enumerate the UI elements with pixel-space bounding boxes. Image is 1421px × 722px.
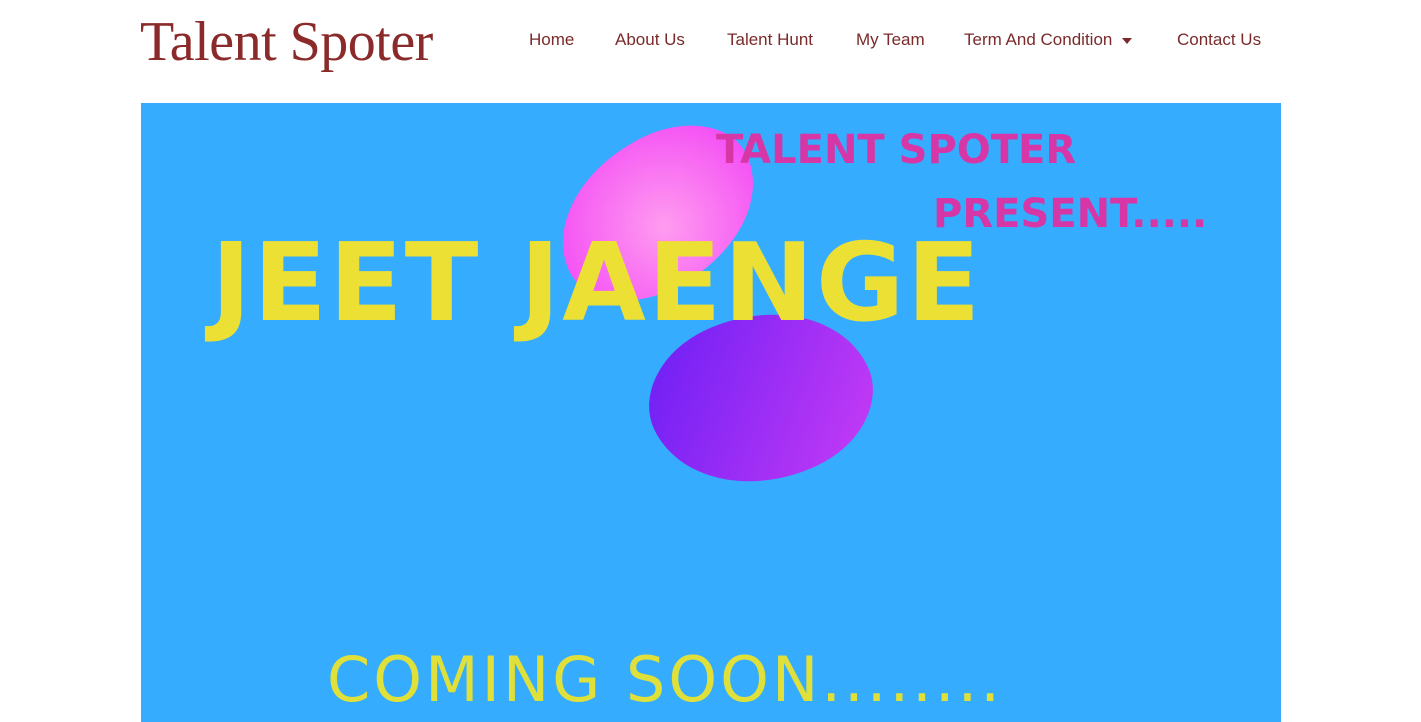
nav-contact-us[interactable]: Contact Us xyxy=(1177,30,1261,50)
caret-down-icon xyxy=(1122,37,1133,44)
banner-title: JEET JAENGE xyxy=(211,221,983,346)
banner-coming-soon: COMING SOON........ xyxy=(327,643,1004,716)
nav-term-and-condition[interactable]: Term And Condition xyxy=(964,30,1133,50)
nav-about-us[interactable]: About Us xyxy=(615,30,685,50)
nav-home[interactable]: Home xyxy=(529,30,574,50)
hero-banner-image: TALENT SPOTER PRESENT..... JEET JAENGE C… xyxy=(141,103,1281,722)
banner-presenter: TALENT SPOTER xyxy=(716,127,1077,173)
site-logo[interactable]: Talent Spoter xyxy=(140,10,433,74)
site-header: Talent Spoter Home About Us Talent Hunt … xyxy=(0,0,1421,103)
nav-my-team[interactable]: My Team xyxy=(856,30,925,50)
nav-term-label: Term And Condition xyxy=(964,30,1113,49)
nav-talent-hunt[interactable]: Talent Hunt xyxy=(727,30,813,50)
